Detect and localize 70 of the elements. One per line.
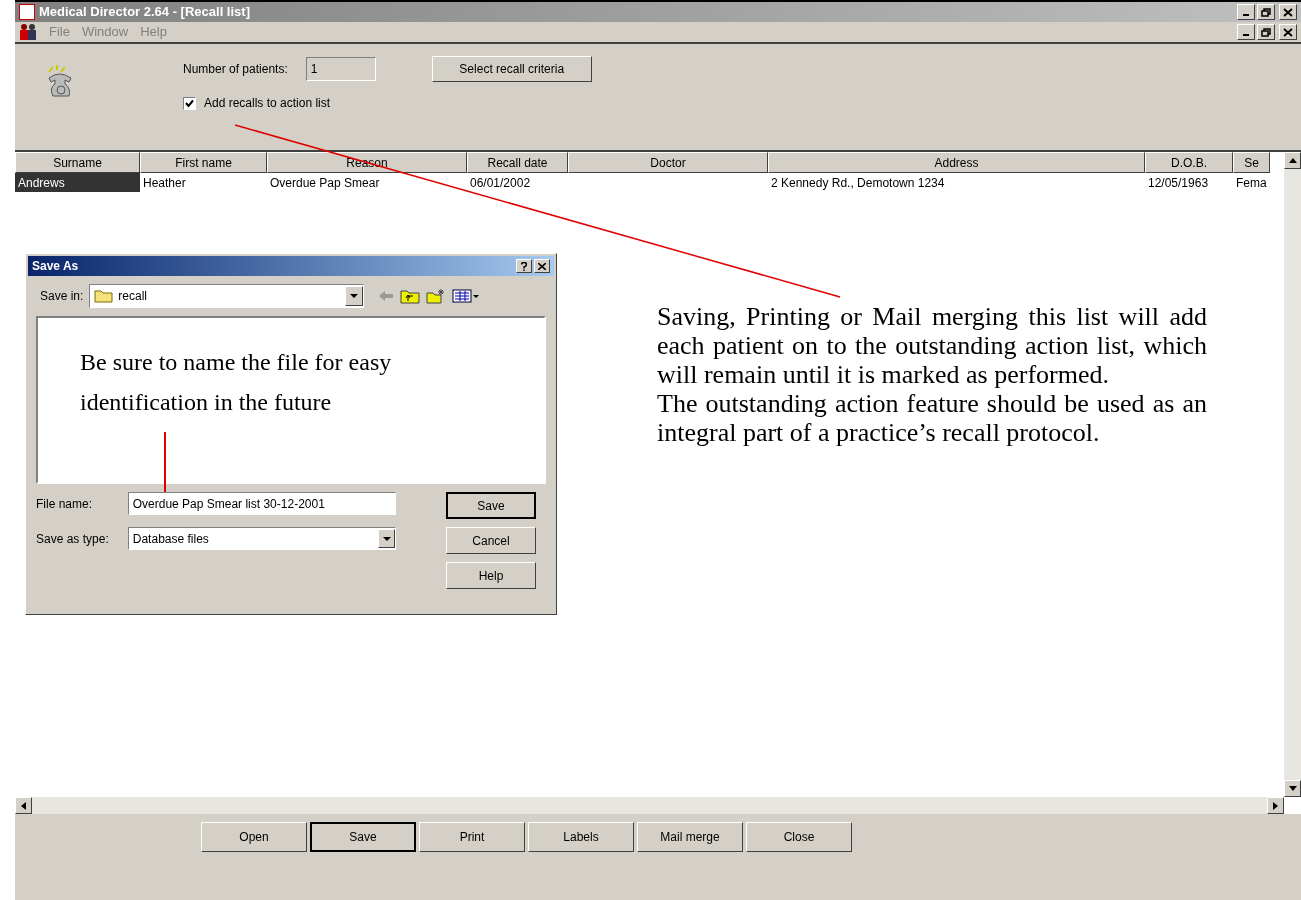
save-type-dropdown[interactable]: Database files: [127, 527, 396, 550]
left-arrow-icon: [21, 801, 26, 810]
app-logo-icon: [19, 4, 35, 20]
window-title: Medical Director 2.64 - [Recall list]: [39, 3, 251, 22]
table-cell-text: Heather: [142, 174, 187, 192]
dropdown-arrow-icon: [382, 536, 391, 541]
dialog-button[interactable]: Help: [446, 562, 536, 589]
save-in-label: Save in:: [40, 288, 84, 305]
column-header[interactable]: Recall date: [467, 152, 568, 173]
vertical-scrollbar[interactable]: [1284, 152, 1301, 797]
annotation-text: The outstanding action feature should be used as an integral part of a practice’s recall protocol.: [657, 389, 1207, 447]
file-naming-tip: Be sure to name the file for easy identification in the future: [80, 348, 393, 417]
close-button[interactable]: [1279, 4, 1297, 20]
checkbox-label: Add recalls to action list: [204, 95, 331, 112]
help-button[interactable]: [516, 259, 532, 273]
file-name-label: File name:: [36, 495, 94, 513]
column-header[interactable]: Doctor: [568, 152, 768, 173]
table-cell-text: Overdue Pap Smear: [269, 174, 381, 192]
column-header[interactable]: Address: [768, 152, 1145, 173]
save-in-dropdown[interactable]: recall: [89, 284, 365, 308]
question-icon: [521, 261, 527, 271]
column-header[interactable]: First name: [140, 152, 267, 173]
action-button[interactable]: Open: [201, 822, 307, 852]
column-header[interactable]: Surname: [15, 152, 140, 173]
close-button[interactable]: [534, 259, 550, 273]
action-button[interactable]: Save: [310, 822, 416, 852]
dialog-title: Save As: [32, 258, 80, 275]
dropdown-arrow-icon: [350, 294, 359, 298]
right-arrow-icon: [1273, 801, 1278, 810]
close-button[interactable]: [1279, 24, 1297, 40]
horizontal-scrollbar[interactable]: [15, 797, 1284, 814]
patients-count-field: 1: [305, 57, 376, 81]
minimize-icon: [1243, 34, 1249, 36]
close-icon: [1283, 27, 1293, 37]
down-arrow-icon: [1288, 786, 1297, 791]
dialog-button[interactable]: Cancel: [446, 527, 536, 554]
file-name-field[interactable]: Overdue Pap Smear list 30-12-2001: [127, 492, 396, 515]
patients-count-label: Number of patients:: [183, 61, 288, 78]
save-type-value: Database files: [132, 530, 210, 548]
restore-button[interactable]: [1257, 4, 1275, 20]
people-icon: [19, 23, 37, 41]
close-icon: [1283, 7, 1293, 17]
minimize-button[interactable]: [1237, 4, 1255, 20]
folder-up-icon[interactable]: [400, 288, 421, 304]
up-arrow-icon: [1288, 158, 1297, 163]
new-folder-icon[interactable]: [426, 288, 447, 304]
restore-button[interactable]: [1257, 24, 1275, 40]
folder-icon: [94, 289, 115, 303]
minimize-icon: [1243, 14, 1249, 16]
action-button[interactable]: Mail merge: [637, 822, 743, 852]
view-menu-icon[interactable]: [452, 289, 481, 303]
minimize-button[interactable]: [1237, 24, 1255, 40]
table-cell-text: Fema: [1235, 174, 1268, 192]
save-in-value: recall: [118, 288, 149, 305]
dialog-button[interactable]: Save: [446, 492, 536, 519]
leader-line: [164, 431, 166, 493]
close-icon: [538, 262, 546, 270]
table-cell-text: 2 Kennedy Rd., Demotown 1234: [770, 174, 946, 192]
table-cell-text: 12/05/1963: [1147, 174, 1210, 192]
action-button[interactable]: Close: [746, 822, 852, 852]
table-cell: Andrews: [15, 173, 140, 192]
annotation-text: Saving, Printing or Mail merging this list will add each patient on to the outstanding action list, which will remain until it is marked as performed.: [657, 302, 1207, 389]
checkbox[interactable]: [183, 96, 196, 110]
table-cell-text: 06/01/2002: [469, 174, 532, 192]
action-button[interactable]: Labels: [528, 822, 634, 852]
action-button[interactable]: Print: [419, 822, 525, 852]
column-header[interactable]: Se: [1233, 152, 1270, 173]
save-type-label: Save as type:: [36, 530, 110, 548]
select-criteria-button[interactable]: Select recall criteria: [431, 56, 592, 82]
column-header[interactable]: D.O.B.: [1145, 152, 1233, 173]
